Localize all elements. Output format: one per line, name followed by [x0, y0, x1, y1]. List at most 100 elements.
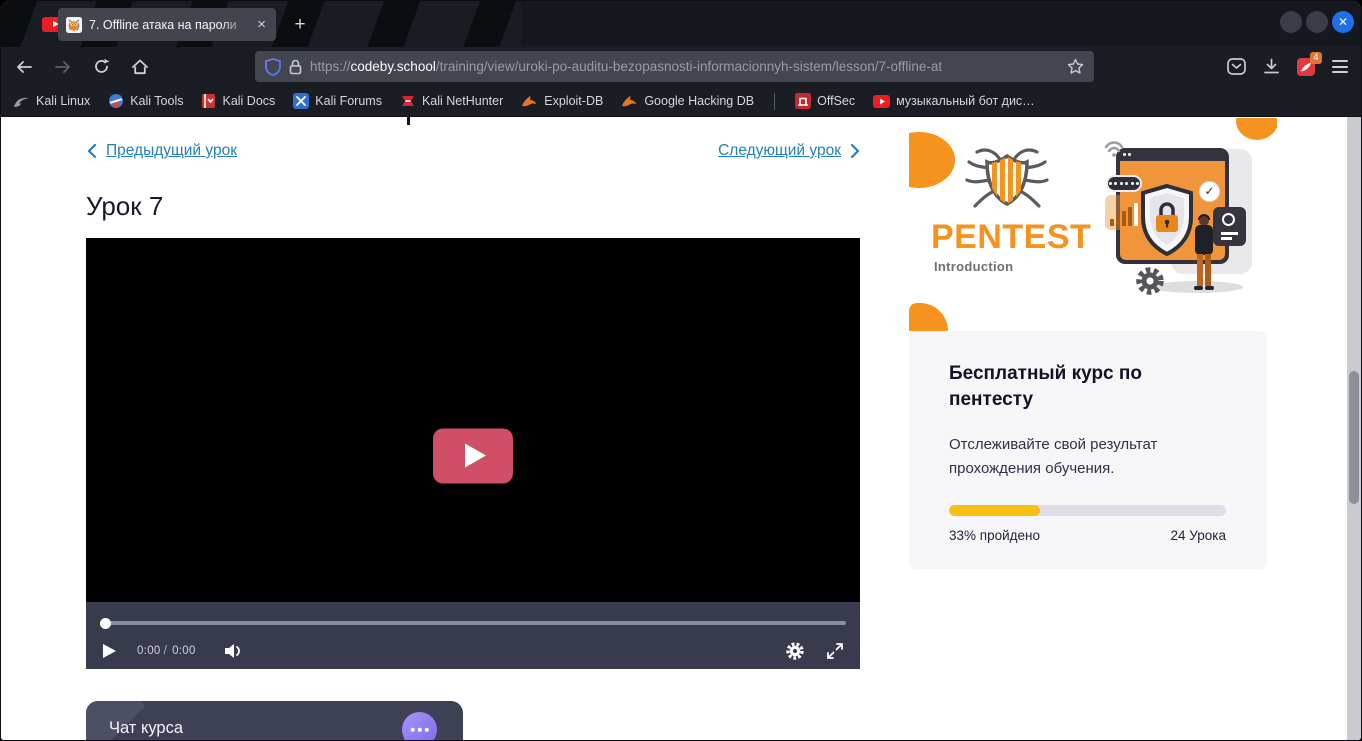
url-scheme: https:// [310, 59, 351, 74]
bookmark-google-hacking-db[interactable]: Google Hacking DB [621, 94, 754, 108]
person-figure [1192, 216, 1216, 294]
progress-bar [949, 505, 1226, 516]
current-time: 0:00 [137, 645, 161, 657]
scrollbar-track[interactable] [1347, 117, 1361, 740]
url-host: codeby.school [351, 59, 436, 74]
time-separator: / [164, 645, 168, 657]
bookmarks-toolbar: Kali Linux Kali Tools Kali Docs [1, 86, 1361, 117]
bookmark-kali-linux[interactable]: Kali Linux [13, 94, 90, 109]
wifi-icon [1100, 135, 1130, 159]
previous-lesson-link[interactable]: Предыдущий урок [86, 142, 237, 160]
window-controls: ✕ [1280, 11, 1354, 33]
bookmark-offsec[interactable]: OffSec [795, 93, 855, 109]
chevron-right-icon [850, 143, 861, 159]
bookmarks-separator [774, 93, 775, 110]
bar-chart-mockup [1105, 195, 1143, 230]
bookmark-kali-docs[interactable]: Kali Docs [201, 93, 275, 109]
orange-deco-corner [909, 303, 948, 331]
big-play-button[interactable] [433, 429, 513, 484]
tab-title: 7. Offline атака на пароли [89, 18, 248, 32]
course-description: Отслеживайте свой результат прохождения … [949, 433, 1179, 480]
download-icon[interactable] [1263, 58, 1280, 75]
next-lesson-link[interactable]: Следующий урок [718, 142, 861, 160]
settings-gear-icon[interactable] [785, 641, 805, 661]
duration: 0:00 [172, 645, 196, 657]
exploit-db-bird-icon [521, 94, 538, 108]
toolbar-right-icons: 4 [1227, 58, 1361, 76]
bookmark-exploit-db[interactable]: Exploit-DB [521, 94, 603, 108]
kali-docs-icon [201, 93, 216, 109]
offsec-icon [795, 93, 811, 109]
player-controls: 0:00/0:00 [86, 602, 860, 669]
url-path: /training/view/uroki-po-auditu-bezopasno… [436, 59, 942, 74]
seek-bar[interactable] [101, 621, 846, 625]
volume-button[interactable] [224, 643, 244, 659]
browser-chrome: 7. Offline атака на пароли × + ✕ [1, 1, 1361, 117]
nav-buttons [1, 58, 163, 75]
tracking-protection-shield-icon[interactable] [265, 58, 281, 76]
codeby-owl-favicon [66, 17, 82, 33]
hamburger-menu-icon[interactable] [1332, 60, 1348, 73]
bookmark-music-bot[interactable]: музыкальный бот дис… [873, 94, 1035, 108]
course-banner: PENTEST Introduction [909, 118, 1277, 300]
progress-percent-label: 33% пройдено [949, 528, 1040, 543]
volume-icon [224, 643, 244, 659]
bookmark-star-icon[interactable] [1067, 58, 1084, 75]
kali-tools-icon [108, 93, 124, 109]
back-icon[interactable] [15, 59, 33, 75]
maximize-button[interactable] [1306, 11, 1328, 33]
course-chat-card[interactable]: Чат курса [86, 701, 463, 740]
new-tab-button[interactable]: + [287, 12, 313, 38]
controls-row: 0:00/0:00 [86, 632, 860, 669]
youtube-icon [873, 95, 890, 108]
pentest-spider-logo [961, 146, 1053, 214]
forward-icon[interactable] [54, 59, 72, 75]
titlebar: 7. Offline атака на пароли × + ✕ [1, 1, 1361, 47]
lock-icon[interactable] [289, 59, 302, 75]
brand-subtitle: Introduction [934, 259, 1013, 274]
tab-close-icon[interactable]: × [255, 17, 268, 32]
clipped-heading-artifact [407, 117, 410, 125]
video-player: 0:00/0:00 [86, 238, 860, 669]
page-content: Предыдущий урок Следующий урок Урок 7 0:… [1, 117, 1361, 740]
browser-tab[interactable]: 7. Offline атака на пароли × [58, 8, 276, 41]
gear-icon [1134, 265, 1166, 297]
home-icon[interactable] [131, 59, 149, 75]
play-icon[interactable] [102, 643, 117, 659]
brand-title: PENTEST [931, 218, 1091, 257]
lesson-title: Урок 7 [86, 191, 163, 222]
fullscreen-icon[interactable] [826, 642, 844, 660]
security-illustration: ✓ [1092, 119, 1276, 299]
google-hacking-db-bird-icon [621, 94, 638, 108]
course-progress-card: Бесплатный курс по пентесту Отслеживайте… [909, 331, 1267, 569]
kali-nethunter-icon [400, 93, 416, 109]
password-field-mockup [1106, 175, 1142, 192]
total-lessons-label: 24 Урока [1171, 528, 1226, 543]
bookmark-kali-forums[interactable]: Kali Forums [293, 93, 382, 109]
seek-knob[interactable] [100, 618, 111, 629]
orange-deco-circle [909, 132, 955, 188]
chat-title: Чат курса [109, 719, 183, 738]
close-button[interactable]: ✕ [1332, 11, 1354, 33]
id-card-mockup [1213, 207, 1246, 246]
shield-lock-icon [1139, 183, 1195, 257]
pocket-icon[interactable] [1227, 58, 1246, 75]
reload-icon[interactable] [93, 58, 110, 75]
url-bar[interactable]: https://codeby.school/training/view/urok… [255, 51, 1094, 82]
chat-bubble-icon[interactable] [402, 712, 437, 740]
adblock-extension-icon[interactable]: 4 [1297, 58, 1315, 76]
check-badge-icon: ✓ [1199, 181, 1220, 202]
time-display: 0:00/0:00 [137, 645, 196, 657]
bookmark-kali-tools[interactable]: Kali Tools [108, 93, 183, 109]
browser-window: 7. Offline атака на пароли × + ✕ [0, 0, 1362, 741]
controls-right [785, 641, 844, 661]
kali-dragon-icon [13, 94, 30, 109]
bookmark-kali-nethunter[interactable]: Kali NetHunter [400, 93, 503, 109]
minimize-button[interactable] [1280, 11, 1302, 33]
kali-forums-icon [293, 93, 309, 109]
extension-badge: 4 [1310, 52, 1322, 64]
url-text[interactable]: https://codeby.school/training/view/urok… [310, 59, 1059, 74]
video-surface[interactable] [86, 238, 860, 602]
progress-labels: 33% пройдено 24 Урока [949, 528, 1226, 543]
scrollbar-thumb[interactable] [1349, 371, 1359, 504]
